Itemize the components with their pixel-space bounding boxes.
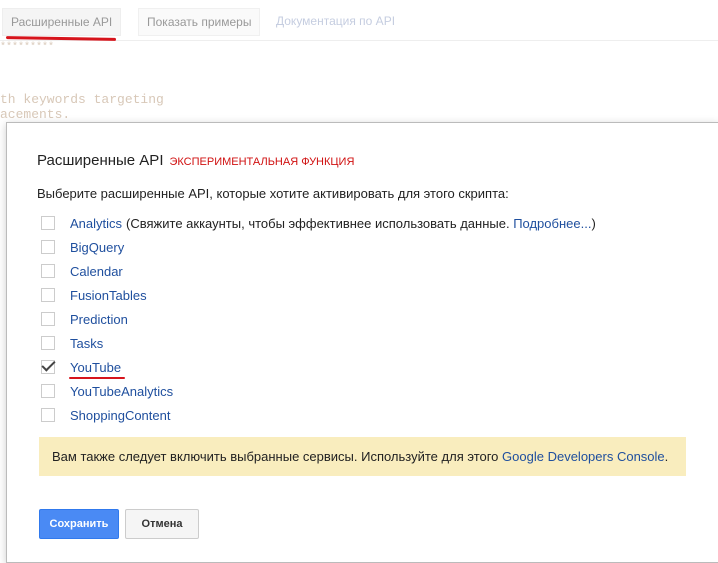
checkbox[interactable]: [41, 240, 55, 254]
dialog-intro: Выберите расширенные API, которые хотите…: [37, 186, 509, 201]
api-item-tasks[interactable]: Tasks: [41, 333, 103, 353]
api-label[interactable]: YouTubeAnalytics: [70, 384, 173, 399]
desc-text: (Свяжите аккаунты, чтобы эффективнее исп…: [126, 215, 510, 231]
checkbox[interactable]: [41, 408, 55, 422]
api-item-analytics[interactable]: Analytics (Свяжите аккаунты, чтобы эффект…: [41, 213, 596, 233]
note-text: Вам также следует включить выбранные сер…: [52, 449, 499, 464]
learn-more-link[interactable]: Подробнее...: [513, 216, 591, 231]
api-item-youtube[interactable]: YouTube: [41, 357, 121, 377]
checkbox[interactable]: [41, 312, 55, 326]
api-label[interactable]: FusionTables: [70, 288, 147, 303]
checkbox[interactable]: [41, 264, 55, 278]
api-item-prediction[interactable]: Prediction: [41, 309, 128, 329]
checkbox[interactable]: [41, 360, 55, 374]
developers-console-link[interactable]: Google Developers Console: [502, 449, 665, 464]
advanced-api-dialog: Расширенные API ЭКСПЕРИМЕНТАЛЬНАЯ ФУНКЦИЯ…: [6, 122, 718, 563]
checkbox[interactable]: [41, 384, 55, 398]
desc-close: ): [591, 215, 596, 231]
api-label[interactable]: YouTube: [70, 360, 121, 375]
experimental-badge: ЭКСПЕРИМЕНТАЛЬНАЯ ФУНКЦИЯ: [169, 156, 355, 168]
api-label[interactable]: Tasks: [70, 336, 103, 351]
api-description: (Свяжите аккаунты, чтобы эффективнее исп…: [126, 216, 596, 231]
annotation-underline: [69, 377, 125, 379]
api-item-bigquery[interactable]: BigQuery: [41, 237, 124, 257]
api-label[interactable]: Calendar: [70, 264, 123, 279]
api-label[interactable]: ShoppingContent: [70, 408, 170, 423]
info-note: Вам также следует включить выбранные сер…: [39, 437, 686, 476]
checkbox[interactable]: [41, 336, 55, 350]
checkbox[interactable]: [41, 216, 55, 230]
checkbox[interactable]: [41, 288, 55, 302]
api-label[interactable]: BigQuery: [70, 240, 124, 255]
api-item-calendar[interactable]: Calendar: [41, 261, 123, 281]
title-text: Расширенные API: [37, 152, 164, 169]
api-docs-link[interactable]: Документация по API: [268, 8, 403, 34]
advanced-api-button[interactable]: Расширенные API: [2, 8, 122, 36]
api-item-shoppingcontent[interactable]: ShoppingContent: [41, 405, 170, 425]
api-label[interactable]: Prediction: [70, 312, 128, 327]
save-button[interactable]: Сохранить: [39, 509, 119, 539]
code-line: th keywords targeting: [0, 92, 164, 107]
toolbar: Расширенные API Показать примеры Докумен…: [0, 0, 718, 41]
note-end: .: [664, 449, 669, 464]
api-item-fusiontables[interactable]: FusionTables: [41, 285, 147, 305]
code-line: acements.: [0, 107, 71, 122]
dialog-title: Расширенные API ЭКСПЕРИМЕНТАЛЬНАЯ ФУНКЦИЯ: [37, 152, 354, 169]
cancel-button[interactable]: Отмена: [125, 509, 199, 539]
api-item-youtubeanalytics[interactable]: YouTubeAnalytics: [41, 381, 173, 401]
code-line: *********: [0, 42, 55, 53]
api-label[interactable]: Analytics: [70, 216, 122, 231]
show-examples-button[interactable]: Показать примеры: [138, 8, 261, 36]
